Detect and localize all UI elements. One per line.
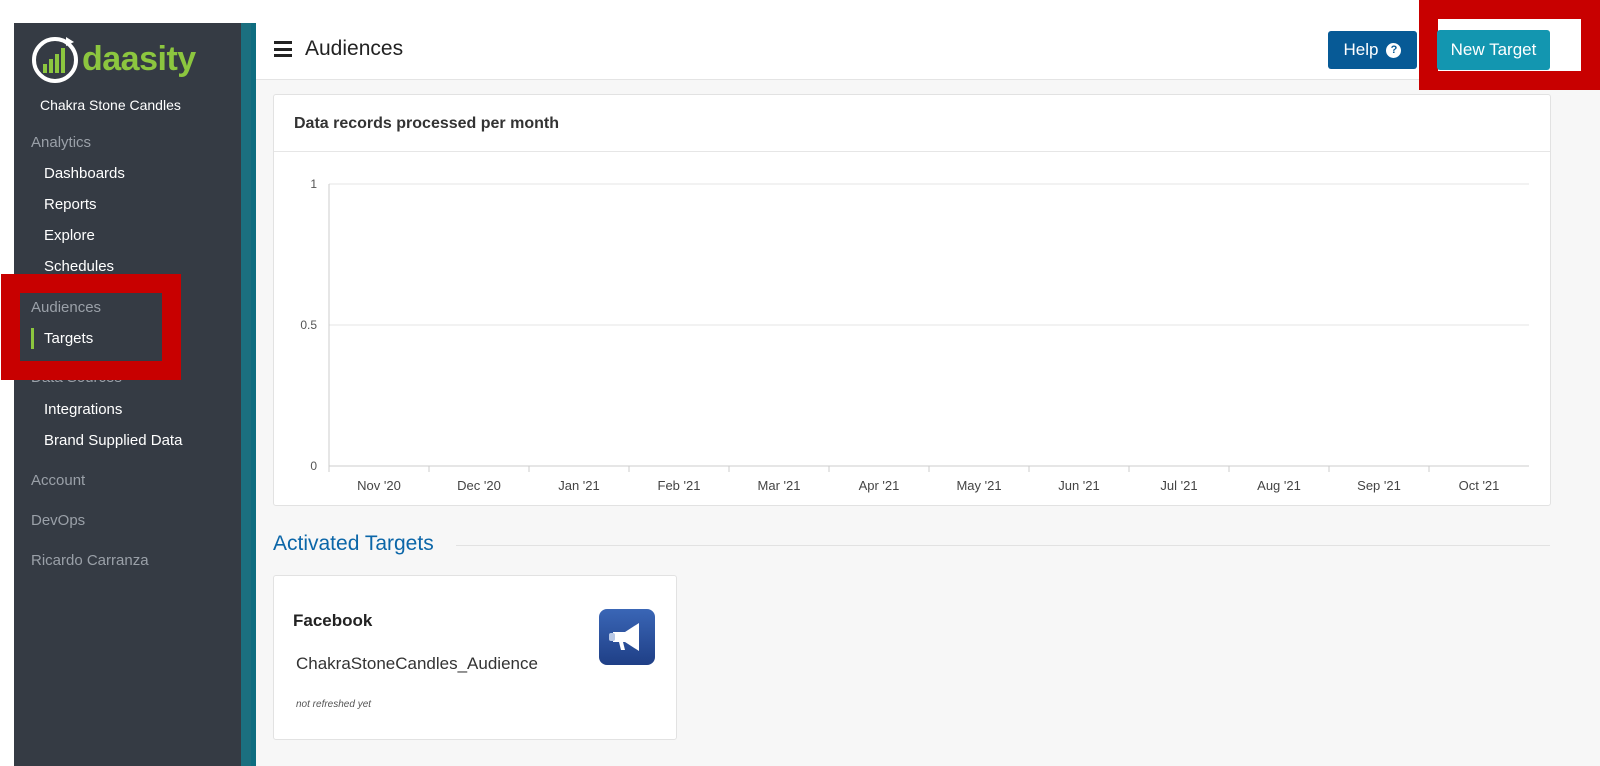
x-tick-label: Feb '21: [658, 478, 701, 493]
new-target-button[interactable]: New Target: [1437, 30, 1550, 70]
sidebar-item-explore[interactable]: Explore: [44, 227, 95, 244]
nav-section-user[interactable]: Ricardo Carranza: [31, 552, 149, 569]
target-audience-name: ChakraStoneCandles_Audience: [296, 654, 538, 673]
target-card[interactable]: Facebook ChakraStoneCandles_Audience not…: [273, 575, 677, 740]
brand-logo[interactable]: daasity: [30, 34, 196, 84]
sidebar-item-brand-supplied-data[interactable]: Brand Supplied Data: [44, 432, 182, 449]
help-button[interactable]: Help ?: [1328, 31, 1417, 69]
target-name: Facebook: [293, 611, 373, 630]
y-tick-label: 1: [310, 177, 317, 191]
nav-section-analytics[interactable]: Analytics: [31, 134, 91, 151]
logo-text: daasity: [82, 39, 196, 78]
help-button-label: Help: [1343, 40, 1379, 59]
nav-section-account[interactable]: Account: [31, 472, 85, 489]
x-tick-label: May '21: [956, 478, 1001, 493]
chart-card: Data records processed per month 0 0.5 1 No…: [273, 94, 1551, 506]
sidebar-item-integrations[interactable]: Integrations: [44, 401, 122, 418]
sidebar-item-schedules[interactable]: Schedules: [44, 258, 114, 275]
annotation-highlight-targets: [1, 274, 181, 380]
x-tick-label: Jun '21: [1058, 478, 1100, 493]
sidebar-item-dashboards[interactable]: Dashboards: [44, 165, 125, 182]
activated-targets-title: Activated Targets: [273, 532, 434, 555]
megaphone-icon: [599, 609, 655, 665]
x-tick-label: Apr '21: [859, 478, 900, 493]
x-tick-label: Oct '21: [1459, 478, 1500, 493]
y-tick-label: 0.5: [300, 318, 317, 332]
target-status: not refreshed yet: [296, 699, 372, 710]
x-tick-label: Nov '20: [357, 478, 401, 493]
x-tick-label: Dec '20: [457, 478, 501, 493]
sidebar-item-reports[interactable]: Reports: [44, 196, 97, 213]
records-chart: 0 0.5 1 Nov '20 Dec '20 Jan '21 Feb '21 Mar '21…: [300, 177, 1529, 493]
y-tick-label: 0: [310, 459, 317, 473]
nav-section-devops[interactable]: DevOps: [31, 512, 85, 529]
x-tick-label: Sep '21: [1357, 478, 1401, 493]
x-tick-label: Mar '21: [758, 478, 801, 493]
x-tick-label: Aug '21: [1257, 478, 1301, 493]
menu-icon[interactable]: [274, 41, 292, 57]
question-icon: ?: [1386, 42, 1402, 58]
x-tick-label: Jan '21: [558, 478, 600, 493]
logo-mark-icon: [32, 37, 78, 83]
x-tick-label: Jul '21: [1160, 478, 1197, 493]
section-divider: [456, 545, 1550, 546]
page-title: Audiences: [305, 37, 404, 60]
org-name[interactable]: Chakra Stone Candles: [40, 97, 181, 113]
